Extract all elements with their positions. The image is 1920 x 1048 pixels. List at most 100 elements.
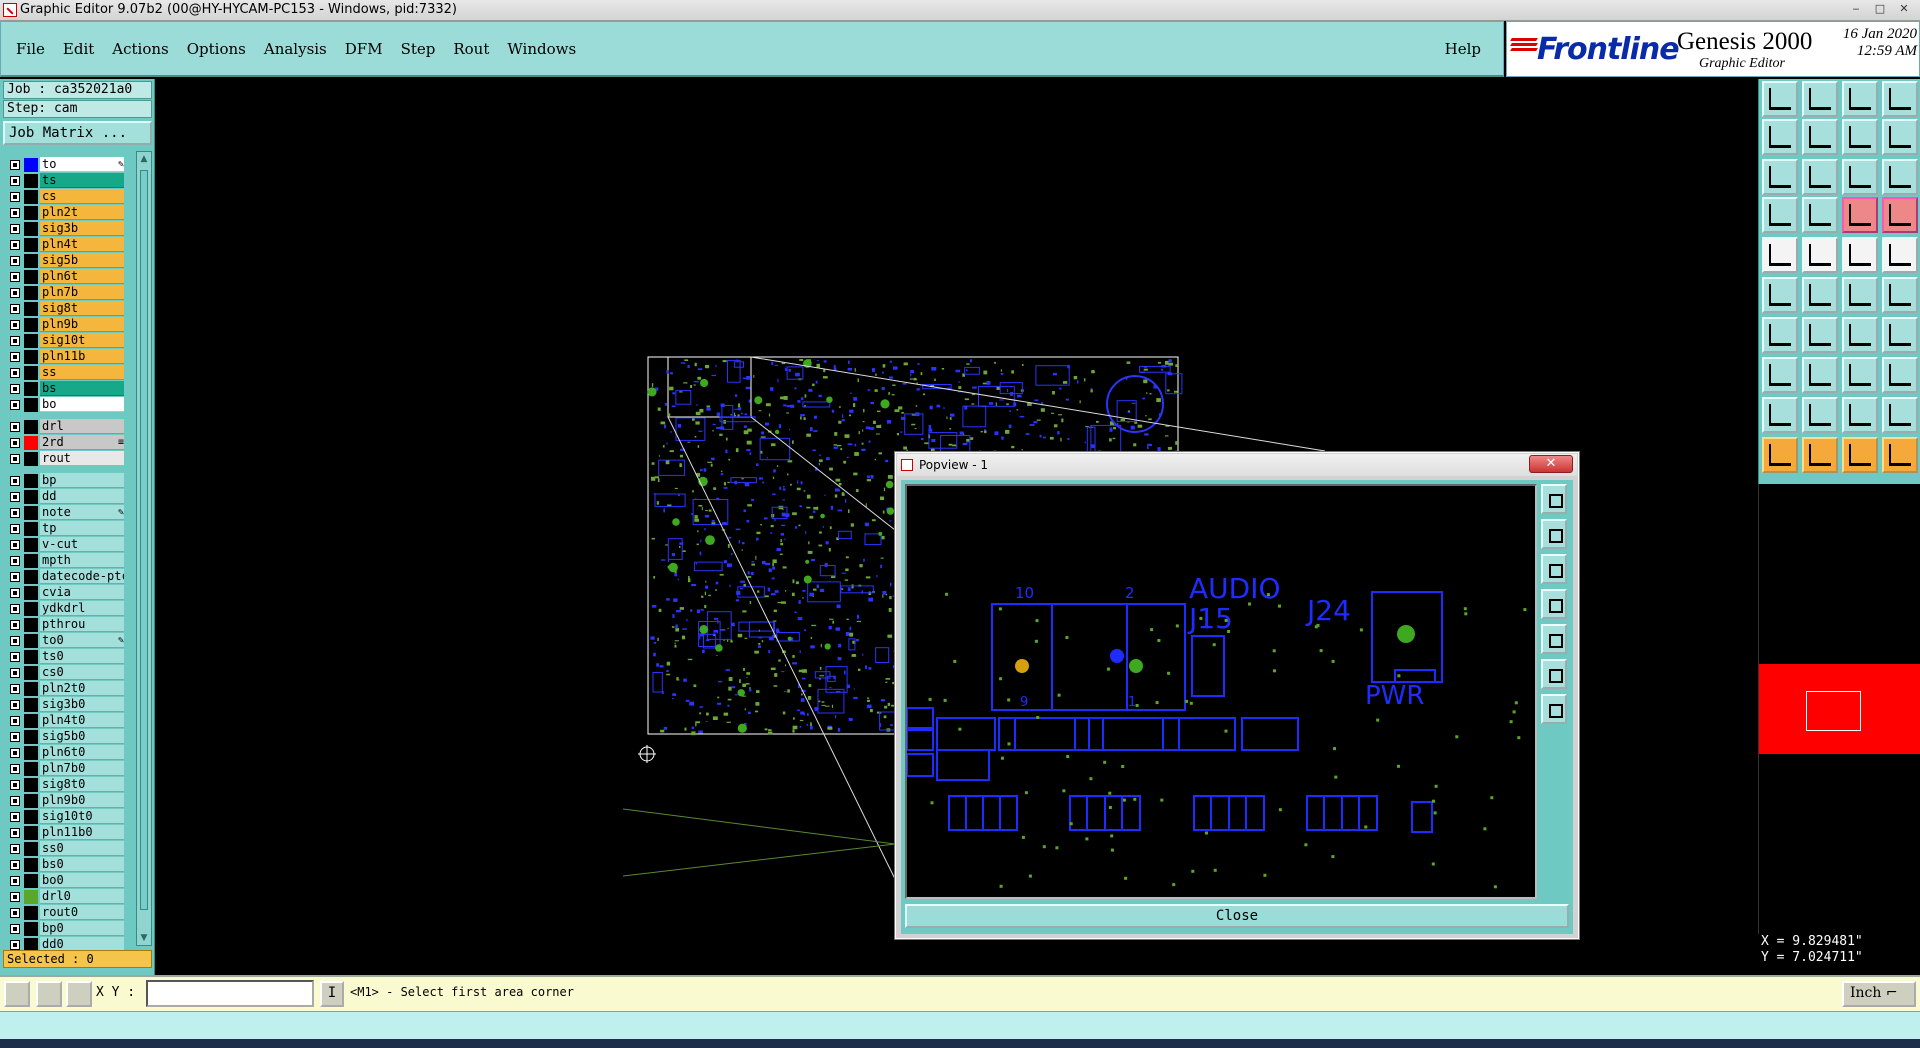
layer-checkbox[interactable] [10,924,20,934]
layer-name[interactable]: cs [40,189,124,204]
layer-color-swatch[interactable] [24,826,38,840]
layer-name[interactable]: note ✎ [40,505,124,520]
layer-checkbox[interactable] [10,604,20,614]
layer-row[interactable]: rout0 [4,905,124,921]
layer-name[interactable]: mpth [40,553,124,568]
pan-icon[interactable] [1802,159,1838,195]
layer-name[interactable]: bo0 [40,873,124,888]
layer-row[interactable]: drl [4,419,124,435]
layer-color-swatch[interactable] [24,906,38,920]
units-selector[interactable]: Inch ⌐ [1842,981,1916,1007]
layer-color-swatch[interactable] [24,682,38,696]
layer-name[interactable]: pln6t0 [40,745,124,760]
layer-color-swatch[interactable] [24,452,38,466]
polygon-icon[interactable] [1842,397,1878,433]
layer-color-swatch[interactable] [24,318,38,332]
layer-checkbox[interactable] [10,208,20,218]
layer-color-swatch[interactable] [24,810,38,824]
layer-checkbox[interactable] [10,892,20,902]
layer-color-swatch[interactable] [24,420,38,434]
select-icon[interactable] [1762,437,1798,473]
menu-dfm[interactable]: DFM [336,40,392,58]
close-window-button[interactable]: ✕ [1894,1,1914,17]
layer-row[interactable]: pln11b0 [4,825,124,841]
layer-name[interactable]: ydkdrl [40,601,124,616]
layer-row[interactable]: sig8t0 [4,777,124,793]
overview-panel[interactable] [1758,484,1920,934]
layer-name[interactable]: v-cut [40,537,124,552]
layer-color-swatch[interactable] [24,666,38,680]
layer-name[interactable]: pln7b0 [40,761,124,776]
layer-name[interactable]: bp0 [40,921,124,936]
layer-row[interactable]: sig3b [4,221,124,237]
measure-icon[interactable] [36,981,62,1007]
arc-up-icon[interactable] [1762,397,1798,433]
menu-windows[interactable]: Windows [498,40,585,58]
layer-name[interactable]: to ✎ [40,157,124,172]
layer-name[interactable]: cs0 [40,665,124,680]
layer-color-swatch[interactable] [24,858,38,872]
layer-row[interactable]: bp0 [4,921,124,937]
layer-checkbox[interactable] [10,844,20,854]
layer-checkbox[interactable] [10,368,20,378]
mirror-icon[interactable] [1882,277,1918,313]
layer-checkbox[interactable] [10,438,20,448]
layer-checkbox[interactable] [10,524,20,534]
layer-checkbox[interactable] [10,540,20,550]
layer-name[interactable]: bp [40,473,124,488]
layer-checkbox[interactable] [10,422,20,432]
layer-name[interactable]: tp [40,521,124,536]
layer-name[interactable]: datecode-ptch [40,569,124,584]
select-box-icon[interactable] [1802,437,1838,473]
layer-checkbox[interactable] [10,620,20,630]
layer-name[interactable]: pln4t0 [40,713,124,728]
profile-icon[interactable] [1762,197,1798,233]
layer-name[interactable]: ts0 [40,649,124,664]
layer-color-swatch[interactable] [24,602,38,616]
contour-icon[interactable] [1882,397,1918,433]
layer-checkbox[interactable] [10,272,20,282]
layer-checkbox[interactable] [10,384,20,394]
attribute-icon[interactable] [1882,357,1918,393]
layer-checkbox[interactable] [10,716,20,726]
layer-row[interactable]: ss [4,365,124,381]
menu-file[interactable]: File [7,40,54,58]
layer-checkbox[interactable] [10,796,20,806]
layer-color-swatch[interactable] [24,522,38,536]
layer-row[interactable]: cs [4,189,124,205]
layer-name[interactable]: to0 ✎ [40,633,124,648]
layer-row[interactable]: ts [4,173,124,189]
layer-color-swatch[interactable] [24,350,38,364]
layer-row[interactable]: bp [4,473,124,489]
layer-color-swatch[interactable] [24,366,38,380]
layer-row[interactable]: pln6t [4,269,124,285]
layer-color-swatch[interactable] [24,506,38,520]
layer-checkbox[interactable] [10,176,20,186]
layer-checkbox[interactable] [10,652,20,662]
layer-name[interactable]: ss0 [40,841,124,856]
layer-name[interactable]: pln11b0 [40,825,124,840]
menu-help[interactable]: Help [1445,40,1481,58]
layer-color-swatch[interactable] [24,334,38,348]
layer-checkbox[interactable] [10,860,20,870]
layer-color-swatch[interactable] [24,436,38,450]
fit-screen-icon[interactable] [1762,159,1798,195]
layer-row[interactable]: drl0 [4,889,124,905]
select-net-icon[interactable] [1842,437,1878,473]
layer-row[interactable]: ss0 [4,841,124,857]
layer-row[interactable]: sig3b0 [4,697,124,713]
layer-name[interactable]: rout [40,451,124,466]
layer-row[interactable]: sig5b [4,253,124,269]
layer-color-swatch[interactable] [24,490,38,504]
layer-color-swatch[interactable] [24,698,38,712]
layer-checkbox[interactable] [10,780,20,790]
layer-row[interactable]: sig10t0 [4,809,124,825]
layer-checkbox[interactable] [10,876,20,886]
layer-color-swatch[interactable] [24,382,38,396]
layer-row[interactable]: tp [4,521,124,537]
layer-checkbox[interactable] [10,572,20,582]
layer-color-swatch[interactable] [24,222,38,236]
layer-color-swatch[interactable] [24,206,38,220]
slash-tool-icon[interactable] [1802,317,1838,353]
layer-checkbox[interactable] [10,812,20,822]
